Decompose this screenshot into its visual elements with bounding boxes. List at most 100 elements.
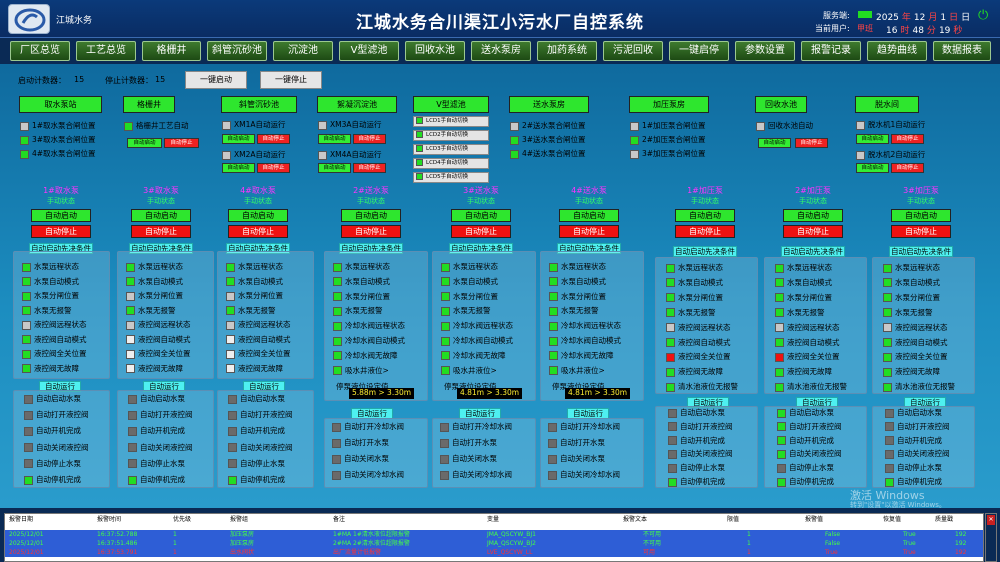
nav-tab-14[interactable]: 趋势曲线 [867,41,927,61]
pump-2-auto-stop-button[interactable]: 自动停止 [131,225,191,238]
xm2a-auto-stop-button[interactable]: 自动停止 [257,163,290,173]
intake-cond-3-label: 水泵无报警 [238,305,276,315]
nav-tab-13[interactable]: 报警记录 [801,41,861,61]
status-indicator [666,278,675,288]
pump-8-auto-stop-button[interactable]: 自动停止 [783,225,843,238]
pump-5-auto-start-button[interactable]: 自动启动 [451,209,511,222]
status-indicator [22,349,31,359]
dewater-1-auto-start-button[interactable]: 自动启动 [856,134,889,144]
status-indicator [883,382,892,392]
xm4a-auto-stop-button[interactable]: 自动停止 [353,163,386,173]
pump-3-auto-start-button[interactable]: 自动启动 [228,209,288,222]
pump-1-auto-stop-button[interactable]: 自动停止 [31,225,91,238]
pump-4-auto-stop-button[interactable]: 自动停止 [341,225,401,238]
press-cond-2-label: 水泵分闸位置 [678,292,723,302]
nav-tab-8[interactable]: 送水泵房 [471,41,531,61]
pump-9-auto-start-button[interactable]: 自动启动 [891,209,951,222]
pump-1-auto-start-button[interactable]: 自动启动 [31,209,91,222]
nav-tab-4[interactable]: 斜管沉砂池 [207,41,267,61]
pump-5-auto-stop-button[interactable]: 自动停止 [451,225,511,238]
xm1a-auto-start-button[interactable]: 自动启动 [222,134,255,144]
dewater-2-auto-start-button[interactable]: 自动启动 [856,163,889,173]
alarm-cell: False [825,540,841,547]
send-run-0-label: 自动打开冷却水阀 [344,422,404,431]
group-header-1[interactable]: 取水泵站 [19,96,102,113]
nav-tab-1[interactable]: 厂区总览 [10,41,70,61]
pump-9-auto-stop-button[interactable]: 自动停止 [891,225,951,238]
nav-tab-12[interactable]: 参数设置 [735,41,795,61]
xm3a-auto-stop-button[interactable]: 自动停止 [353,134,386,144]
nav-bar: 厂区总览 工艺总览 格栅井 斜管沉砂池 沉淀池 V型滤池 回收水池 送水泵房 加药系统 污泥回收一… [0,39,1000,63]
press-cond-4: 液控阀远程状态 [775,323,840,333]
alarm-cell: 1 [173,531,177,538]
group-header-3[interactable]: 斜管沉砂池 [221,96,297,113]
dewater-2-auto-stop-button[interactable]: 自动停止 [891,163,924,173]
nav-tab-10[interactable]: 污泥回收 [603,41,663,61]
alarm-scrollbar[interactable]: ✕ [985,513,997,562]
nav-tab-15[interactable]: 数据报表 [933,41,991,61]
grille-auto-stop-button[interactable]: 自动停止 [164,138,199,148]
nav-tab-11[interactable]: 一键启停 [669,41,729,61]
group-header-2[interactable]: 格栅井 [123,96,175,113]
alarm-row[interactable]: 2025/12/01 16:37:53.791 1 出水阀状 出厂流量计低报警 LVE_Q… [5,548,983,557]
send-run-2: 自动关闭水泵 [440,454,497,464]
alarm-row[interactable]: 2025/12/01 16:37:51.486 1 加压泵房 2#MA 2#清水液位超限… [5,539,983,548]
intake-cond-3-label: 水泵无报警 [138,305,176,315]
start-counter-value: 15 [74,75,85,84]
power-icon[interactable]: ⏻ [978,8,988,23]
pump-6-auto-stop-button[interactable]: 自动停止 [559,225,619,238]
alarm-cell: 2025/12/01 [9,540,44,547]
press-run-0-label: 自动启动水泵 [897,408,942,417]
lcd4-switch-button[interactable]: LCD4手自动切换 [413,158,489,169]
pump-2-auto-start-button[interactable]: 自动启动 [131,209,191,222]
lcd2-switch-button[interactable]: LCD2手自动切换 [413,130,489,141]
one-key-start-button[interactable]: 一键启动 [185,71,247,89]
lcd5-switch-button[interactable]: LCD5手自动切换 [413,172,489,183]
pump-6-auto-start-button[interactable]: 自动启动 [559,209,619,222]
intake-run-0: 自动启动水泵 [24,394,81,404]
recycle-auto-stop-button[interactable]: 自动停止 [795,138,828,148]
status-indicator [549,277,558,287]
pump-7-auto-start-button[interactable]: 自动启动 [675,209,735,222]
dewater-1-auto-stop-button[interactable]: 自动停止 [891,134,924,144]
pump-4-auto-start-button[interactable]: 自动启动 [341,209,401,222]
one-key-stop-button[interactable]: 一键停止 [260,71,322,89]
press-run-3: 自动关闭液控阀 [777,449,842,459]
nav-tab-7[interactable]: 回收水池 [405,41,465,61]
group-header-4[interactable]: 絮凝沉淀池 [317,96,397,113]
intake-cond-7: 液控阀无故障 [126,364,183,374]
pump-8-auto-start-button[interactable]: 自动启动 [783,209,843,222]
status-indicator [126,349,135,359]
nav-tab-5[interactable]: 沉淀池 [273,41,333,61]
pump-7-auto-stop-button[interactable]: 自动停止 [675,225,735,238]
recycle-auto-start-button[interactable]: 自动启动 [758,138,791,148]
xm3a-auto-start-button[interactable]: 自动启动 [318,134,351,144]
close-icon[interactable]: ✕ [987,515,995,525]
lcd3-switch-button[interactable]: LCD3手自动切换 [413,144,489,155]
lcd1-switch-button[interactable]: LCD1手自动切换 [413,116,489,127]
group-header-7[interactable]: 加压泵房 [629,96,709,113]
nav-tab-9[interactable]: 加药系统 [537,41,597,61]
xm1a-auto-stop-button[interactable]: 自动停止 [257,134,290,144]
group-header-8[interactable]: 回收水池 [755,96,807,113]
alarm-cell: True [825,549,838,556]
nav-tab-3[interactable]: 格栅井 [142,41,201,61]
alarm-header-5: 变量 [487,516,500,523]
xm4a-auto-start-button[interactable]: 自动启动 [318,163,351,173]
nav-tab-6[interactable]: V型滤池 [339,41,399,61]
grille-auto-start-button[interactable]: 自动启动 [127,138,162,148]
pump-3-auto-stop-button[interactable]: 自动停止 [228,225,288,238]
alarm-header-2: 优先级 [173,516,192,523]
press-run-0: 自动启动水泵 [668,408,725,418]
group-header-9[interactable]: 脱水间 [855,96,919,113]
group-header-6[interactable]: 送水泵房 [509,96,589,113]
alarm-row[interactable]: 2025/12/01 16:37:52.788 1 加压泵房 1#MA 1#清水液位超限… [5,530,983,539]
lcd-label: LCD3手自动切换 [426,146,469,152]
intake-run-4-label: 自动停止水泵 [240,458,285,468]
xm2a-auto-start-button[interactable]: 自动启动 [222,163,255,173]
nav-tab-2[interactable]: 工艺总览 [76,41,136,61]
alarm-cell: 16:37:53.791 [97,549,138,556]
intake-run-1: 自动打开液控阀 [228,410,293,420]
group-header-5[interactable]: V型滤池 [413,96,489,113]
press-run-5: 自动停机完成 [777,477,834,487]
